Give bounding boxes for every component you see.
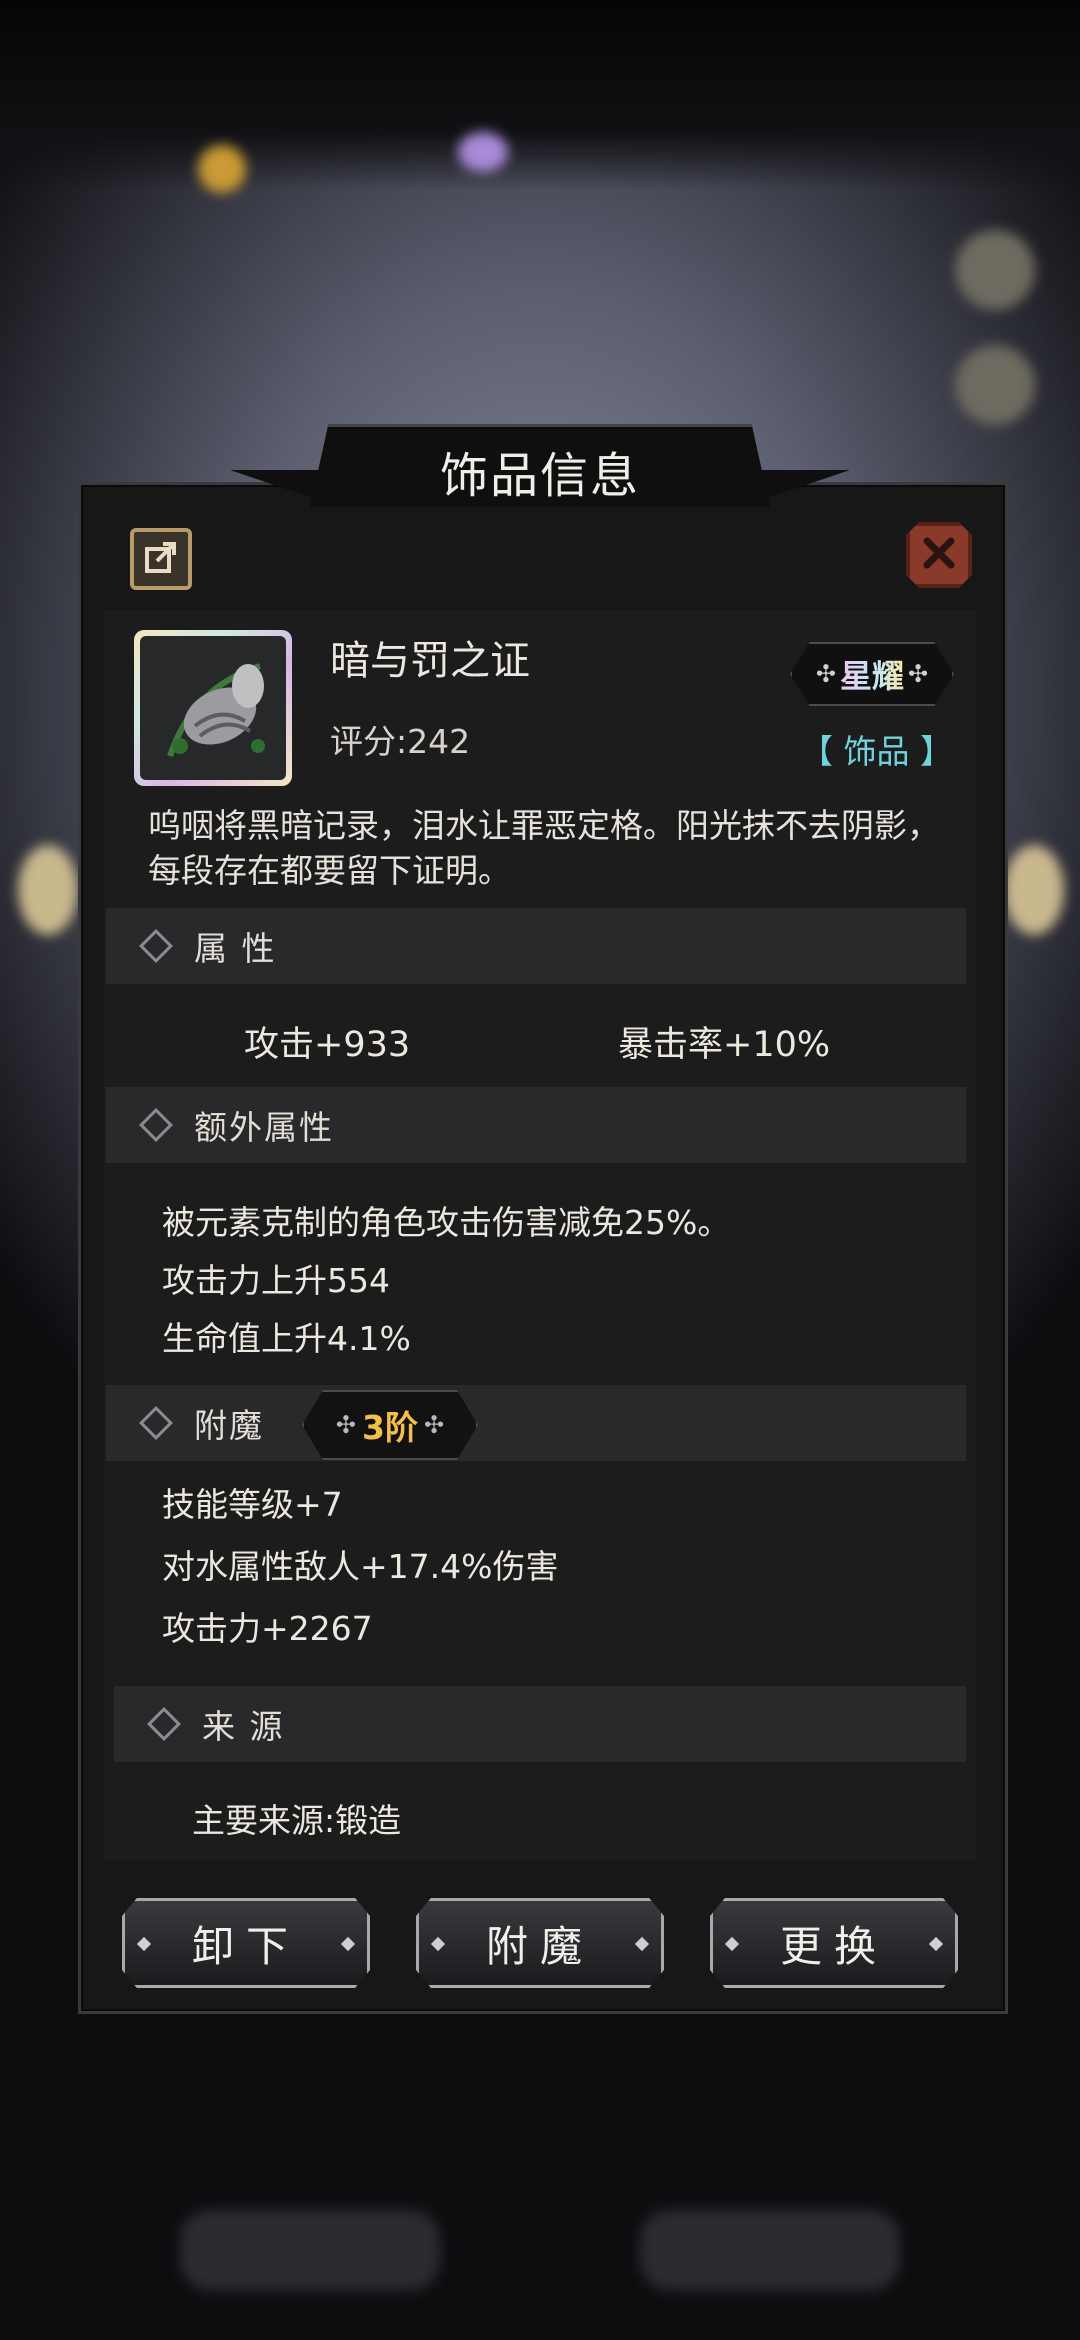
section-source-label: 来 源: [202, 1707, 285, 1746]
star-icon: ✣: [815, 660, 836, 688]
unequip-button-label: 卸下: [191, 1921, 300, 1971]
button-ornament: [928, 1936, 944, 1952]
extra-attribute-line: 生命值上升4.1%: [162, 1319, 411, 1358]
close-icon: [922, 536, 956, 574]
diamond-icon: [147, 1707, 181, 1741]
diamond-icon: [139, 1108, 173, 1142]
share-icon: [143, 539, 179, 579]
item-score: 评分:242: [330, 722, 471, 761]
button-ornament: [634, 1936, 650, 1952]
button-ornament: [340, 1936, 356, 1952]
button-ornament: [136, 1936, 152, 1952]
section-extra-label: 额外属性: [194, 1108, 334, 1147]
item-type: 【 饰品 】: [800, 732, 953, 771]
enchant-line: 攻击力+2267: [162, 1609, 373, 1648]
item-description: 呜咽将黑暗记录，泪水让罪恶定格。阳光抹不去阴影，每段存在都要留下证明。: [148, 806, 940, 890]
extra-attribute-line: 被元素克制的角色攻击伤害减免25%。: [162, 1203, 731, 1242]
background-blur-button-b: [640, 2210, 900, 2290]
dialog-title: 饰品信息: [439, 448, 640, 504]
attribute-crit-rate: 暴击率+10%: [618, 1025, 831, 1065]
star-icon: ✣: [423, 1411, 445, 1439]
section-enchant-label: 附魔: [194, 1406, 264, 1445]
enchant-button-label: 附魔: [485, 1921, 594, 1971]
extra-attribute-line: 攻击力上升554: [162, 1261, 390, 1300]
source-text: 主要来源:锻造: [192, 1801, 402, 1840]
button-ornament: [430, 1936, 446, 1952]
background-blur-button-a: [180, 2210, 440, 2290]
background-blur-gem: [458, 132, 508, 172]
section-enchant: 附魔: [106, 1385, 966, 1461]
rarity-label: 星耀: [840, 651, 904, 697]
enchant-button[interactable]: 附魔: [416, 1898, 664, 1988]
star-icon: ✣: [335, 1411, 357, 1439]
background-bottom: [0, 1960, 1080, 2340]
diamond-icon: [139, 1406, 173, 1440]
share-button[interactable]: [130, 528, 192, 590]
background-blur-gold: [198, 145, 246, 193]
section-extra-attributes: 额外属性: [106, 1087, 966, 1163]
rarity-badge: ✣ 星耀 ✣: [790, 642, 954, 706]
background-blur-arrow-left: [18, 845, 78, 935]
enchant-line: 技能等级+7: [162, 1485, 343, 1524]
section-attributes: 属 性: [106, 908, 966, 984]
background-top-bar: [0, 0, 1080, 190]
attribute-attack: 攻击+933: [244, 1025, 411, 1065]
background-blur-button-1: [955, 230, 1035, 310]
enchant-line: 对水属性敌人+17.4%伤害: [162, 1547, 559, 1586]
item-icon: [134, 630, 292, 786]
close-button[interactable]: [906, 522, 972, 588]
replace-button[interactable]: 更换: [710, 1898, 958, 1988]
background-blur-arrow-right: [1004, 845, 1064, 935]
enchant-tier-label: 3阶: [362, 1408, 418, 1447]
unequip-button[interactable]: 卸下: [122, 1898, 370, 1988]
button-ornament: [724, 1936, 740, 1952]
enchant-tier-badge: ✣ 3阶 ✣: [302, 1390, 478, 1460]
item-name: 暗与罚之证: [330, 638, 530, 684]
background-blur-button-2: [955, 345, 1035, 425]
diamond-icon: [139, 929, 173, 963]
star-icon: ✣: [908, 660, 929, 688]
replace-button-label: 更换: [779, 1921, 888, 1971]
section-attributes-label: 属 性: [194, 929, 277, 968]
section-source: 来 源: [114, 1686, 966, 1762]
